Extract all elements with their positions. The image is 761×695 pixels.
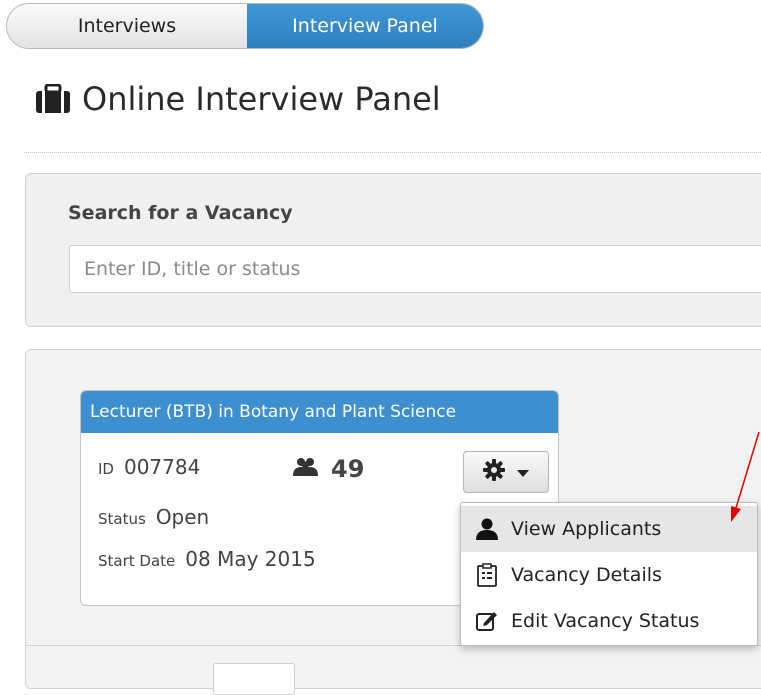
caret-down-icon — [517, 463, 529, 482]
divider — [24, 152, 761, 153]
search-panel: Search for a Vacancy — [25, 173, 761, 327]
vacancy-status-row: Status Open — [98, 505, 209, 529]
footer-control[interactable] — [213, 663, 295, 695]
menu-item-label: Vacancy Details — [511, 564, 662, 586]
edit-icon — [476, 612, 497, 631]
menu-item-label: Edit Vacancy Status — [511, 610, 700, 632]
id-label: ID — [98, 460, 114, 478]
vacancy-start-row: Start Date 08 May 2015 — [98, 547, 316, 571]
menu-item-edit-vacancy-status[interactable]: Edit Vacancy Status — [461, 598, 757, 644]
search-label: Search for a Vacancy — [68, 202, 293, 224]
user-icon — [476, 518, 498, 540]
start-date-value: 08 May 2015 — [185, 547, 316, 571]
tab-bar: Interviews Interview Panel — [6, 3, 484, 49]
tab-interview-panel[interactable]: Interview Panel — [247, 4, 483, 48]
clipboard-icon — [477, 563, 497, 587]
start-date-label: Start Date — [98, 552, 176, 570]
tab-interviews[interactable]: Interviews — [7, 4, 247, 48]
menu-item-vacancy-details[interactable]: Vacancy Details — [461, 552, 757, 598]
search-input[interactable] — [69, 245, 761, 293]
vacancy-title[interactable]: Lecturer (BTB) in Botany and Plant Scien… — [81, 391, 558, 433]
actions-dropdown-button[interactable] — [463, 451, 549, 493]
actions-menu: View Applicants Vacancy Details Edit Vac… — [460, 502, 758, 646]
users-icon — [293, 457, 319, 481]
status-label: Status — [98, 510, 146, 528]
page-title-text: Online Interview Panel — [82, 80, 441, 118]
page-title: Online Interview Panel — [34, 80, 441, 118]
menu-item-view-applicants[interactable]: View Applicants — [461, 506, 757, 552]
vacancy-id-row: ID 007784 — [98, 455, 200, 479]
menu-item-label: View Applicants — [511, 518, 662, 540]
briefcase-icon — [34, 83, 72, 114]
applicant-count-value: 49 — [331, 455, 365, 483]
id-value: 007784 — [123, 455, 201, 479]
status-value: Open — [155, 505, 210, 529]
gear-icon — [483, 459, 505, 485]
applicant-count: 49 — [293, 455, 364, 483]
